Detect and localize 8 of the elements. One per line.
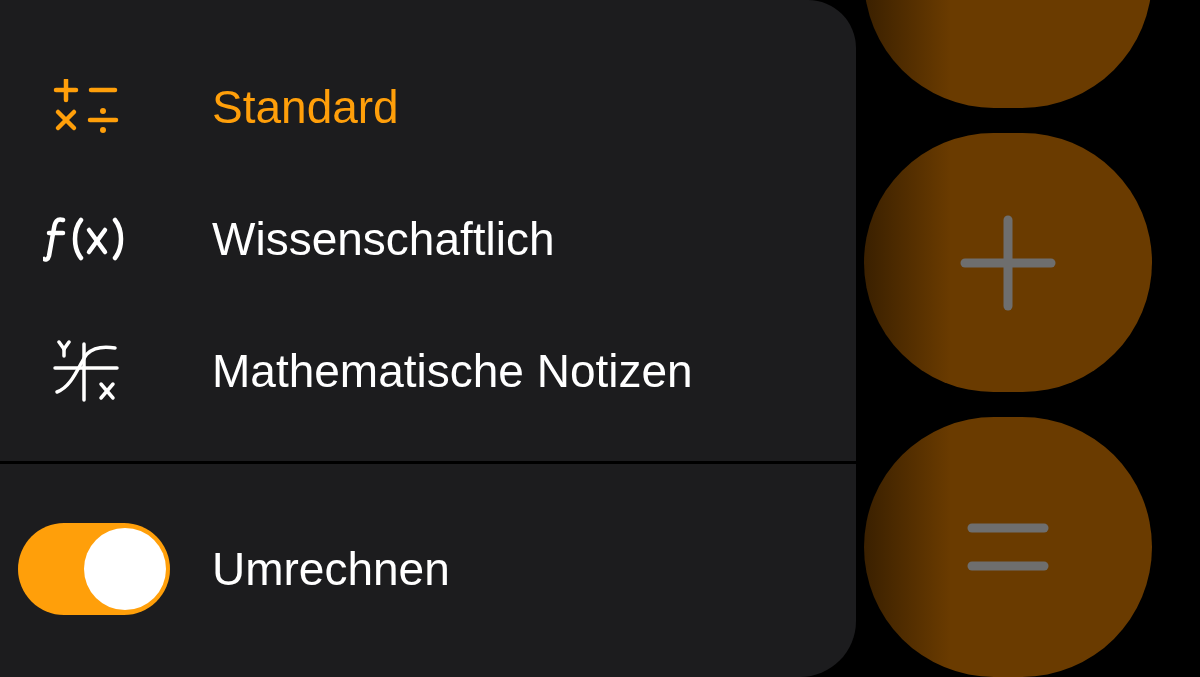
equals-icon [967,522,1049,573]
graph-icon [51,340,121,402]
menu-item[interactable]: Mathematische Notizen [212,348,693,394]
operators-icon [53,79,119,135]
menu-item[interactable]: Standard [212,84,399,130]
menu-item[interactable]: Wissenschaftlich [212,216,555,262]
toggle-label: Umrechnen [212,546,450,592]
plus-icon [960,214,1056,311]
